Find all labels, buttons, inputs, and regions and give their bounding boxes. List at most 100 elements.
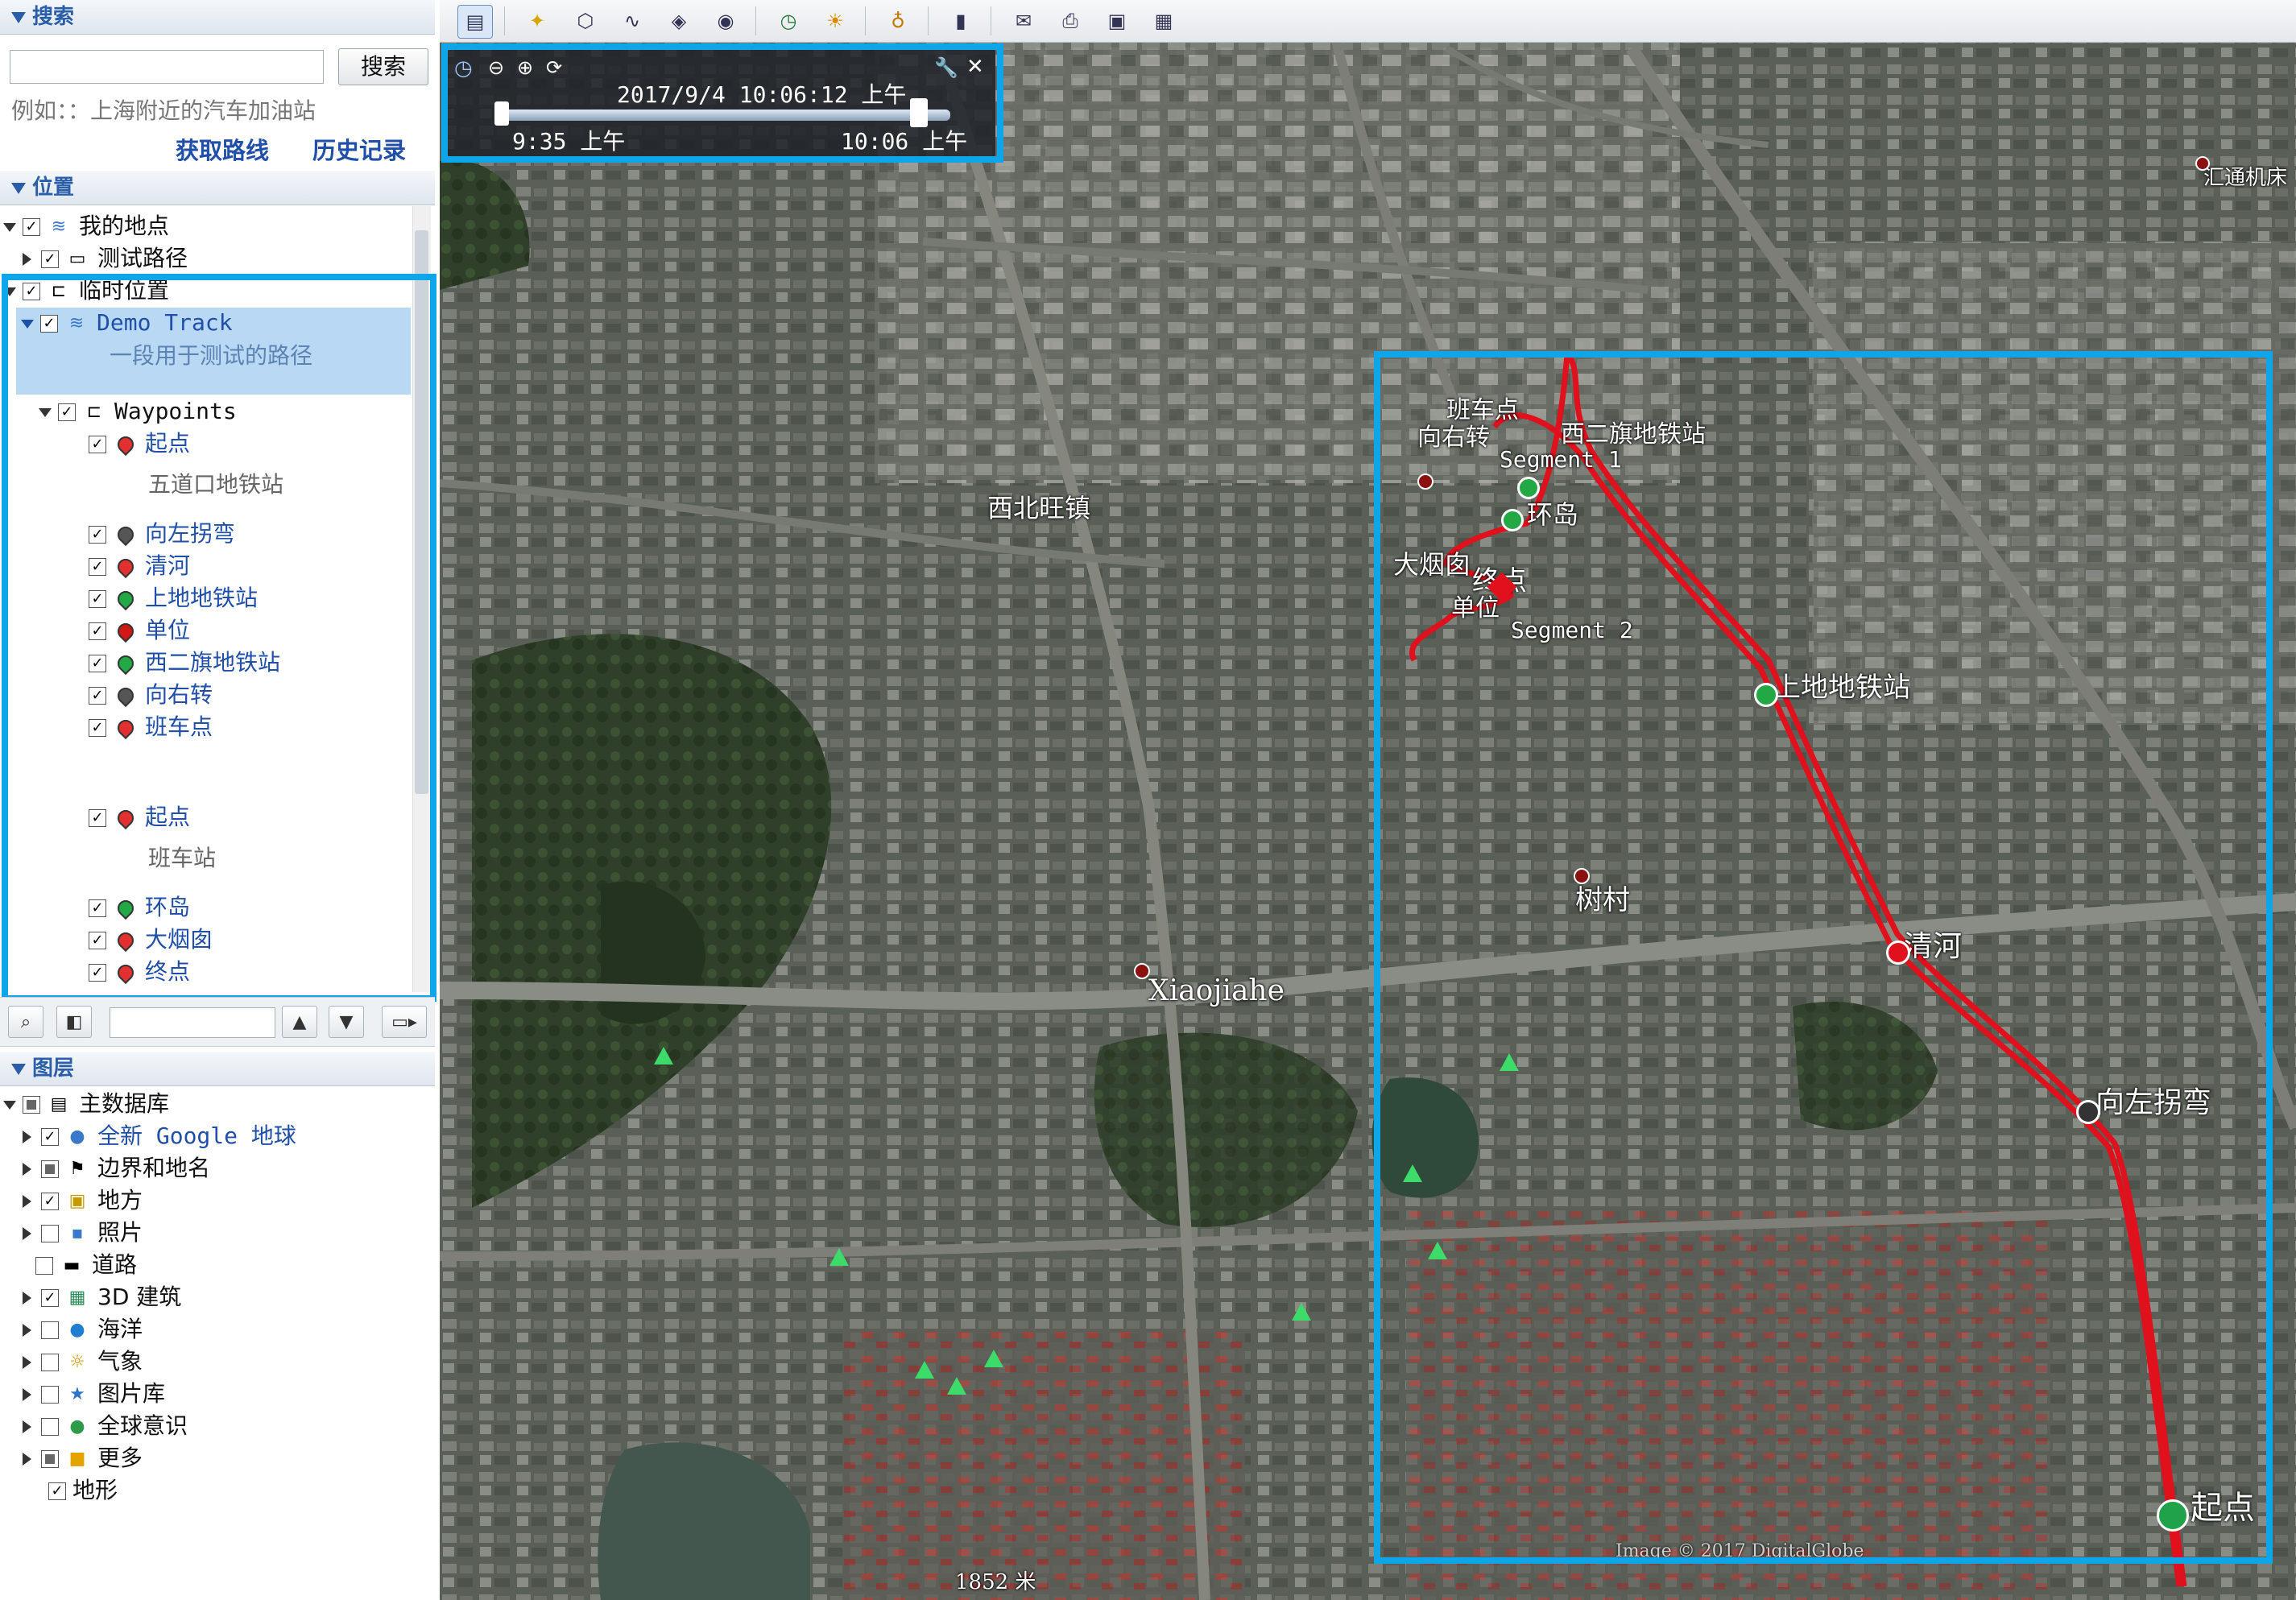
collapse-arrow-icon[interactable] xyxy=(23,1227,31,1240)
expand-arrow-icon[interactable] xyxy=(3,222,16,232)
time-slider-track[interactable] xyxy=(496,110,950,121)
layer-item[interactable]: ✓ ▣ 地方 xyxy=(19,1185,143,1216)
checkbox[interactable] xyxy=(23,1096,40,1114)
panel-toggle-icon[interactable]: ◧ xyxy=(56,1006,92,1038)
checkbox[interactable]: ✓ xyxy=(89,655,106,672)
filter-input[interactable] xyxy=(110,1007,275,1038)
ruler-icon[interactable]: ▮ xyxy=(944,5,978,37)
collapse-arrow-icon[interactable] xyxy=(23,1324,31,1337)
checkbox[interactable]: ✓ xyxy=(41,1128,59,1146)
expand-arrow-icon[interactable] xyxy=(21,319,34,329)
map-point-icon[interactable] xyxy=(1134,963,1150,979)
places-panel-header[interactable]: 位置 xyxy=(0,171,435,205)
collapse-arrow-icon[interactable] xyxy=(23,1420,31,1433)
map-pin-red-icon[interactable] xyxy=(1886,941,1910,965)
checkbox[interactable] xyxy=(41,1225,59,1242)
collapse-arrow-icon[interactable] xyxy=(23,1388,31,1401)
waypoint-item[interactable]: ✓ 大烟囱 xyxy=(89,924,213,955)
search-input[interactable] xyxy=(10,50,324,84)
historical-imagery-icon[interactable]: ◷ xyxy=(772,5,805,37)
checkbox[interactable] xyxy=(41,1386,59,1404)
checkbox[interactable]: ✓ xyxy=(89,558,106,576)
waypoint-item[interactable]: ✓ 清河 xyxy=(89,551,190,581)
map-point-icon[interactable] xyxy=(1574,868,1590,884)
folder-menu-icon[interactable]: ▭▸ xyxy=(382,1006,427,1038)
save-image-icon[interactable]: ▣ xyxy=(1100,5,1134,37)
map-label[interactable]: 清河 xyxy=(1904,923,1962,965)
map-label[interactable]: 西北旺镇 xyxy=(987,488,1090,525)
map-label[interactable]: 大烟囱 xyxy=(1393,544,1471,581)
map-pin-green-icon[interactable] xyxy=(1517,477,1540,499)
park-icon[interactable] xyxy=(829,1248,849,1266)
add-placemark-icon[interactable]: ✦ xyxy=(520,5,554,37)
print-icon[interactable]: ⎙ xyxy=(1053,5,1087,37)
park-icon[interactable] xyxy=(1428,1242,1447,1259)
scrollbar-thumb[interactable] xyxy=(415,230,428,794)
park-icon[interactable] xyxy=(1403,1164,1422,1182)
sunlight-icon[interactable]: ☀ xyxy=(818,5,852,37)
collapse-arrow-icon[interactable] xyxy=(23,253,31,266)
layer-item[interactable]: ✓ 地形 xyxy=(48,1475,118,1506)
park-icon[interactable] xyxy=(915,1361,934,1379)
search-panel-header[interactable]: 搜索 xyxy=(0,0,435,35)
layer-item[interactable]: ● 海洋 xyxy=(19,1314,143,1345)
waypoint-item[interactable]: ✓ 西二旗地铁站 xyxy=(89,647,280,678)
waypoint-item[interactable]: ✓ 终点 xyxy=(89,957,190,987)
map-label[interactable]: 西二旗地铁站 xyxy=(1561,414,1706,449)
map-label[interactable]: Segment 1 xyxy=(1500,446,1622,473)
layer-item[interactable]: ★ 图片库 xyxy=(19,1379,165,1409)
map-label[interactable]: 向左拐弯 xyxy=(2095,1079,2211,1121)
checkbox[interactable]: ✓ xyxy=(89,526,106,544)
time-start-handle[interactable] xyxy=(494,101,509,126)
map-label[interactable]: 汇通机床 xyxy=(2203,161,2287,191)
checkbox[interactable]: ✓ xyxy=(41,1289,59,1307)
map-label[interactable]: 上地地铁站 xyxy=(1773,665,1910,705)
checkbox[interactable]: ✓ xyxy=(89,964,106,982)
checkbox[interactable] xyxy=(35,1257,53,1275)
map-label[interactable]: 向右转 xyxy=(1417,417,1490,453)
checkbox[interactable]: ✓ xyxy=(89,436,106,453)
map-pin-green-icon[interactable] xyxy=(1501,509,1524,531)
park-icon[interactable] xyxy=(984,1350,1003,1367)
layer-item[interactable]: ✓ ● 全新 Google 地球 xyxy=(19,1121,296,1151)
tree-item-demo-track[interactable]: ✓ ≋ Demo Track xyxy=(21,308,233,338)
waypoint-item[interactable]: ✓ 起点 xyxy=(89,802,190,833)
layer-item[interactable]: ▤ 主数据库 xyxy=(3,1089,169,1119)
planets-icon[interactable]: ♁ xyxy=(881,5,915,37)
waypoint-item[interactable]: ✓ 向右转 xyxy=(89,680,213,710)
collapse-arrow-icon[interactable] xyxy=(23,1356,31,1369)
get-directions-link[interactable]: 获取路线 xyxy=(176,132,269,166)
layer-item[interactable]: ⚑ 边界和地名 xyxy=(19,1153,210,1184)
zoom-in-time-icon[interactable]: ⊕ xyxy=(517,56,533,79)
checkbox[interactable] xyxy=(41,1321,59,1339)
checkbox[interactable]: ✓ xyxy=(23,218,40,236)
close-icon[interactable]: ✕ xyxy=(966,55,984,79)
view-in-maps-icon[interactable]: ▦ xyxy=(1147,5,1181,37)
clock-icon[interactable]: ◷ xyxy=(454,56,473,81)
checkbox[interactable] xyxy=(41,1418,59,1436)
add-path-icon[interactable]: ∿ xyxy=(615,5,649,37)
checkbox[interactable]: ✓ xyxy=(89,719,106,737)
checkbox[interactable]: ✓ xyxy=(89,622,106,640)
tree-item-my-places[interactable]: ✓ ≋ 我的地点 xyxy=(3,211,169,242)
tree-item-waypoints[interactable]: ✓ ⊏ Waypoints xyxy=(39,396,237,427)
zoom-out-time-icon[interactable]: ⊖ xyxy=(488,56,504,79)
map-pin-start-icon[interactable] xyxy=(2157,1499,2189,1532)
collapse-arrow-icon[interactable] xyxy=(23,1195,31,1208)
layer-item[interactable]: ▪ 照片 xyxy=(19,1218,143,1248)
waypoint-item[interactable]: ✓ 向左拐弯 xyxy=(89,519,235,549)
search-icon[interactable]: ⌕ xyxy=(8,1006,43,1038)
time-end-handle[interactable] xyxy=(910,98,928,127)
park-icon[interactable] xyxy=(1500,1053,1519,1071)
move-down-icon[interactable]: ▼ xyxy=(329,1006,364,1038)
checkbox[interactable]: ✓ xyxy=(89,899,106,917)
checkbox[interactable]: ✓ xyxy=(89,809,106,827)
add-overlay-icon[interactable]: ◈ xyxy=(662,5,696,37)
checkbox[interactable]: ✓ xyxy=(89,590,106,608)
map-pin-green-icon[interactable] xyxy=(1754,683,1778,707)
map-pin-turn-icon[interactable] xyxy=(2076,1100,2100,1124)
checkbox[interactable]: ✓ xyxy=(23,283,40,300)
settings-wrench-icon[interactable]: 🔧 xyxy=(934,56,958,79)
expand-arrow-icon[interactable] xyxy=(3,287,16,296)
history-link[interactable]: 历史记录 xyxy=(312,132,406,166)
